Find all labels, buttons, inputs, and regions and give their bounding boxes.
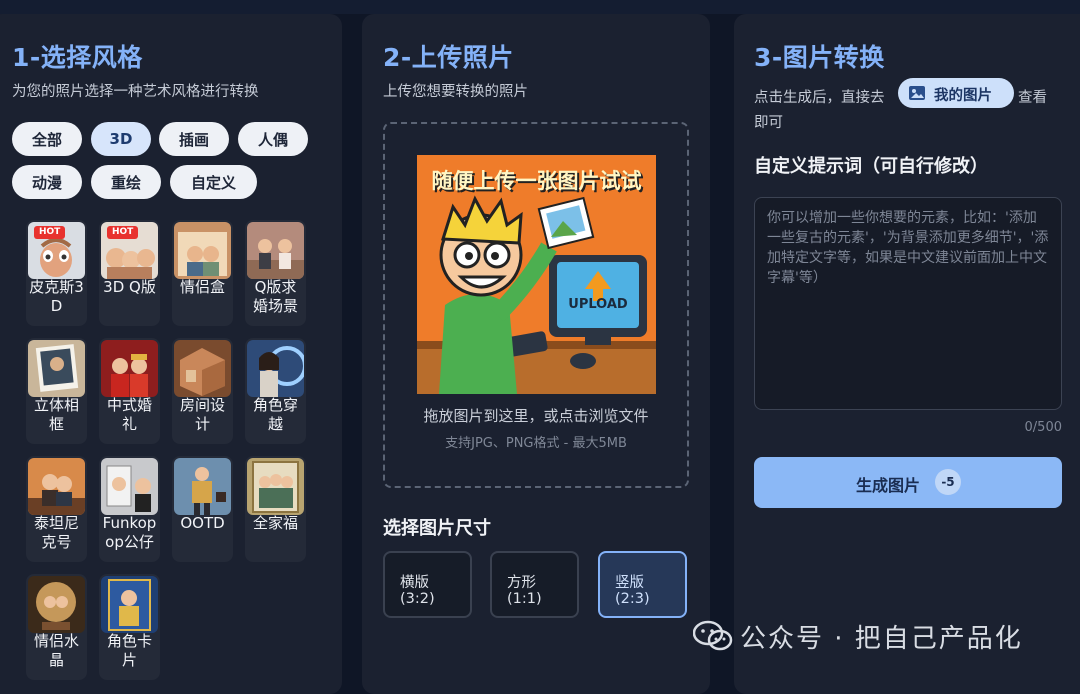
style-tile-label: Q版求婚场景 (252, 278, 298, 315)
size-ratio: (1:1) (507, 591, 542, 607)
dropzone-hint: 支持JPG、PNG格式 - 最大5MB (445, 436, 627, 451)
size-section-title: 选择图片尺寸 (383, 518, 491, 539)
style-tile-titanic[interactable]: 泰坦尼克号 (26, 456, 87, 562)
style-tile-label: 泰坦尼克号 (33, 514, 79, 551)
style-tile-funkopop[interactable]: Funkopop公仔 (99, 456, 160, 562)
filter-illustration[interactable]: 插画 (159, 122, 229, 156)
filter-all[interactable]: 全部 (12, 122, 82, 156)
size-landscape-button[interactable]: 横版 (3:2) (383, 551, 472, 618)
style-tile-label: 角色卡片 (106, 632, 152, 669)
family-thumbnail (247, 458, 304, 515)
style-tile-role-travel[interactable]: 角色穿越 (245, 338, 306, 444)
crystal-ball-thumbnail (28, 576, 85, 633)
style-tile-q-proposal[interactable]: Q版求婚场景 (245, 220, 306, 326)
style-tile-role-card[interactable]: 角色卡片 (99, 574, 160, 680)
generate-label: 生成图片 (856, 476, 921, 495)
convert-desc-before: 点击生成后，直接去 (754, 90, 885, 106)
filter-doll[interactable]: 人偶 (238, 122, 308, 156)
generate-button[interactable]: 生成图片 (754, 457, 1062, 508)
style-tile-label: Funkopop公仔 (102, 514, 157, 551)
size-name: 方形 (507, 575, 536, 591)
style-tile-label: 立体相框 (33, 396, 79, 433)
3d-frame-thumbnail (28, 340, 85, 397)
watermark-text: 公众号 · 把自己产品化 (740, 624, 1023, 654)
couple-box-thumbnail (174, 222, 231, 279)
illustration-title: 随便上传一张图片试试 (431, 169, 642, 193)
style-tile-3d-frame[interactable]: 立体相框 (26, 338, 87, 444)
my-images-label: 我的图片 (934, 88, 992, 104)
style-tile-crystal-ball[interactable]: 情侣水晶 (26, 574, 87, 680)
style-panel-subtitle: 为您的照片选择一种艺术风格进行转换 (12, 84, 259, 100)
style-tile-label: 情侣水晶 (33, 632, 79, 669)
size-name: 横版 (400, 575, 429, 591)
filter-anime[interactable]: 动漫 (12, 165, 82, 199)
titanic-thumbnail (28, 458, 85, 515)
style-panel-title: 1-选择风格 (12, 43, 143, 72)
hot-badge: HOT (107, 226, 139, 239)
filter-custom[interactable]: 自定义 (170, 165, 257, 199)
style-tile-label: 情侣盒 (179, 278, 225, 296)
char-counter: 0/500 (1024, 420, 1062, 435)
style-tile-label: 皮克斯3D (29, 278, 84, 315)
convert-panel-title: 3-图片转换 (754, 43, 885, 72)
convert-desc-after: 查看 (1018, 90, 1047, 106)
style-tile-3d-q[interactable]: HOT 3D Q版 (99, 220, 160, 326)
funkopop-thumbnail (101, 458, 158, 515)
q-proposal-thumbnail (247, 222, 304, 279)
size-square-button[interactable]: 方形 (1:1) (490, 551, 579, 618)
style-tile-room-design[interactable]: 房间设计 (172, 338, 233, 444)
size-ratio: (3:2) (400, 591, 435, 607)
style-tile-label: 角色穿越 (252, 396, 298, 433)
my-images-button[interactable]: 我的图片 (898, 78, 1014, 108)
chinese-wedding-thumbnail (101, 340, 158, 397)
style-tile-label: 房间设计 (179, 396, 225, 433)
style-tile-label: 3D Q版 (103, 278, 156, 296)
upload-panel-title: 2-上传照片 (383, 43, 514, 72)
size-name: 竖版 (615, 575, 644, 591)
style-tile-family[interactable]: 全家福 (245, 456, 306, 562)
style-tile-label: 中式婚礼 (106, 396, 152, 433)
style-tile-pixar[interactable]: HOT 皮克斯3D (26, 220, 87, 326)
style-tile-label: OOTD (180, 514, 225, 532)
room-design-thumbnail (174, 340, 231, 397)
dropzone-instruction: 拖放图片到这里，或点击浏览文件 (423, 407, 649, 425)
role-travel-thumbnail (247, 340, 304, 397)
wechat-icon (692, 620, 733, 656)
prompt-textarea[interactable]: 你可以增加一些你想要的元素，比如：'添加一些复古的元素'，'为背景添加更多细节'… (754, 197, 1062, 410)
prompt-section-title: 自定义提示词（可自行修改） (754, 156, 988, 177)
filter-redraw[interactable]: 重绘 (91, 165, 161, 199)
upload-illustration: 随便上传一张图片试试 UPLOAD (417, 155, 656, 394)
role-card-thumbnail (101, 576, 158, 633)
size-ratio: (2:3) (615, 591, 650, 607)
style-tile-ootd[interactable]: OOTD (172, 456, 233, 562)
hot-badge: HOT (34, 226, 66, 239)
style-tile-chinese-wedding[interactable]: 中式婚礼 (99, 338, 160, 444)
image-icon (908, 85, 926, 105)
convert-desc-tail: 即可 (754, 115, 783, 131)
size-portrait-button[interactable]: 竖版 (2:3) (598, 551, 687, 618)
prompt-placeholder: 你可以增加一些你想要的元素，比如：'添加一些复古的元素'，'为背景添加更多细节'… (767, 210, 1049, 286)
upload-panel-subtitle: 上传您想要转换的照片 (383, 84, 528, 100)
filter-3d[interactable]: 3D (91, 122, 151, 156)
cost-badge: -5 (935, 469, 961, 495)
illustration-upload-text: UPLOAD (568, 297, 628, 312)
style-tile-label: 全家福 (252, 514, 298, 532)
style-tile-couple-box[interactable]: 情侣盒 (172, 220, 233, 326)
top-strip (0, 0, 1080, 14)
ootd-thumbnail (174, 458, 231, 515)
